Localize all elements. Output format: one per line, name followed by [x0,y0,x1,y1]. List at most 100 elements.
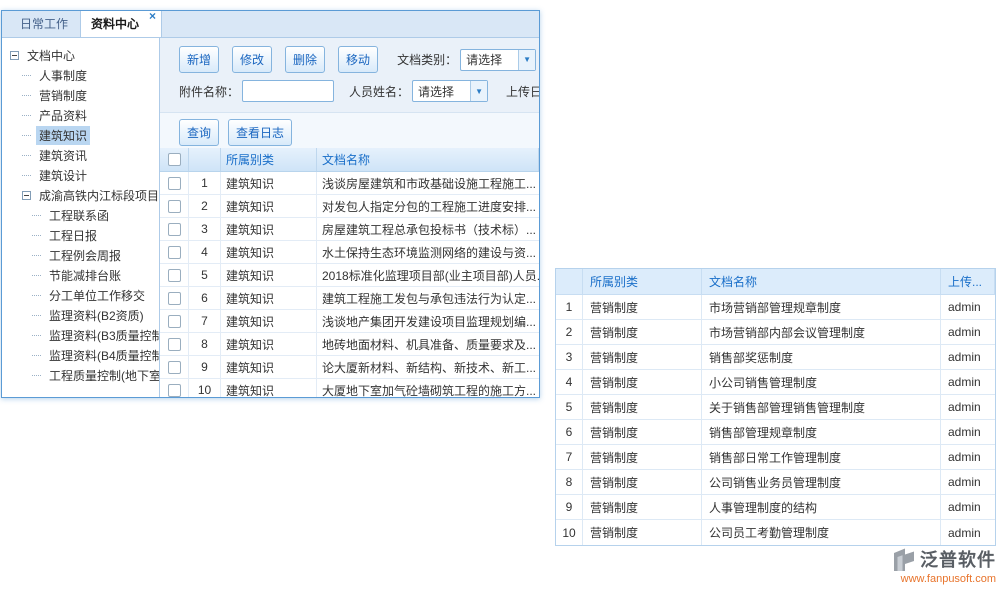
row-doc-name[interactable]: 浅谈地产集团开发建设项目监理规划编... [317,310,539,332]
doc-table-row[interactable]: 1建筑知识浅谈房屋建筑和市政基础设施工程施工... [160,172,539,195]
tree-item[interactable]: 工程质量控制(地下室) [10,365,159,385]
person-select[interactable]: 请选择 ▼ [412,80,488,102]
row-checkbox[interactable] [168,269,181,282]
marketing-table-row[interactable]: 3营销制度销售部奖惩制度admin [556,345,995,370]
tree-item[interactable]: 工程日报 [10,225,159,245]
tree-item[interactable]: 建筑知识 [10,125,159,145]
doc-table-row[interactable]: 9建筑知识论大厦新材料、新结构、新技术、新工... [160,356,539,379]
marketing-table-row[interactable]: 6营销制度销售部管理规章制度admin [556,420,995,445]
tab-daily-work[interactable]: 日常工作 [8,10,80,37]
row-doc-name[interactable]: 公司销售业务员管理制度 [702,470,941,494]
row-checkbox[interactable] [168,200,181,213]
doc-table-row[interactable]: 6建筑知识建筑工程施工发包与承包违法行为认定... [160,287,539,310]
collapse-icon[interactable] [10,51,19,60]
row-category: 建筑知识 [221,287,317,309]
doc-table-row[interactable]: 8建筑知识地砖地面材料、机具准备、质量要求及... [160,333,539,356]
doc-table-row[interactable]: 10建筑知识大厦地下室加气砼墙砌筑工程的施工方... [160,379,539,397]
tree-item-label: 工程联系函 [46,206,112,225]
row-doc-name[interactable]: 关于销售部管理销售管理制度 [702,395,941,419]
delete-button[interactable]: 删除 [285,46,325,73]
row-doc-name[interactable]: 论大厦新材料、新结构、新技术、新工... [317,356,539,378]
tree-item[interactable]: 节能减排台账 [10,265,159,285]
doc-table-row[interactable]: 3建筑知识房屋建筑工程总承包投标书（技术标）... [160,218,539,241]
row-doc-name[interactable]: 水土保持生态环境监测网络的建设与资... [317,241,539,263]
row-doc-name[interactable]: 市场营销部内部会议管理制度 [702,320,941,344]
row-checkbox[interactable] [168,384,181,397]
row-category: 建筑知识 [221,218,317,240]
tree-item[interactable]: 建筑资讯 [10,145,159,165]
header-doc-name: 文档名称 [317,148,539,171]
chevron-down-icon: ▼ [470,81,487,101]
row-doc-name[interactable]: 对发包人指定分包的工程施工进度安排... [317,195,539,217]
view-log-button[interactable]: 查看日志 [228,119,292,146]
row-doc-name[interactable]: 浅谈房屋建筑和市政基础设施工程施工... [317,172,539,194]
row-number: 9 [189,356,221,378]
query-button[interactable]: 查询 [179,119,219,146]
row-checkbox[interactable] [168,246,181,259]
row-checkbox[interactable] [168,223,181,236]
row-category: 建筑知识 [221,356,317,378]
row-doc-name[interactable]: 建筑工程施工发包与承包违法行为认定... [317,287,539,309]
row-uploader: admin [941,495,995,519]
attachment-name-input[interactable] [242,80,334,102]
row-doc-name[interactable]: 销售部管理规章制度 [702,420,941,444]
tree-item[interactable]: 监理资料(B4质量控制) [10,345,159,365]
row-checkbox[interactable] [168,338,181,351]
move-button[interactable]: 移动 [338,46,378,73]
row-checkbox-cell [160,241,189,263]
row-number: 7 [189,310,221,332]
marketing-table-row[interactable]: 7营销制度销售部日常工作管理制度admin [556,445,995,470]
add-button[interactable]: 新增 [179,46,219,73]
tree-item[interactable]: 监理资料(B3质量控制) [10,325,159,345]
brand-url[interactable]: www.fanpusoft.com [891,573,996,585]
marketing-table-row[interactable]: 8营销制度公司销售业务员管理制度admin [556,470,995,495]
doc-table-row[interactable]: 4建筑知识水土保持生态环境监测网络的建设与资... [160,241,539,264]
row-doc-name[interactable]: 公司员工考勤管理制度 [702,520,941,545]
tree-item-label: 工程质量控制(地下室) [46,366,159,385]
doc-table-row[interactable]: 2建筑知识对发包人指定分包的工程施工进度安排... [160,195,539,218]
row-number: 4 [189,241,221,263]
tree-root-document-center[interactable]: 文档中心 [10,45,159,65]
tree-item[interactable]: 分工单位工作移交 [10,285,159,305]
tree-item[interactable]: 监理资料(B2资质) [10,305,159,325]
tree-item[interactable]: 人事制度 [10,65,159,85]
select-all-checkbox[interactable] [168,153,181,166]
tab-data-center[interactable]: 资料中心 × [80,10,162,37]
row-category: 建筑知识 [221,333,317,355]
tree-root-project[interactable]: 成渝高铁内江标段项目 [10,185,159,205]
row-doc-name[interactable]: 地砖地面材料、机具准备、质量要求及... [317,333,539,355]
marketing-table-row[interactable]: 1营销制度市场营销部管理规章制度admin [556,295,995,320]
tree-item[interactable]: 工程例会周报 [10,245,159,265]
row-doc-name[interactable]: 人事管理制度的结构 [702,495,941,519]
row-checkbox[interactable] [168,315,181,328]
category-select[interactable]: 请选择 ▼ [460,49,536,71]
marketing-table-row[interactable]: 9营销制度人事管理制度的结构admin [556,495,995,520]
row-doc-name[interactable]: 市场营销部管理规章制度 [702,295,941,319]
row-checkbox[interactable] [168,177,181,190]
row-doc-name[interactable]: 房屋建筑工程总承包投标书（技术标）... [317,218,539,240]
modify-button[interactable]: 修改 [232,46,272,73]
row-doc-name[interactable]: 小公司销售管理制度 [702,370,941,394]
marketing-table-row[interactable]: 5营销制度关于销售部管理销售管理制度admin [556,395,995,420]
collapse-icon[interactable] [22,191,31,200]
tree-item[interactable]: 工程联系函 [10,205,159,225]
row-category: 营销制度 [583,395,702,419]
tree-item[interactable]: 建筑设计 [10,165,159,185]
marketing-table-row[interactable]: 2营销制度市场营销部内部会议管理制度admin [556,320,995,345]
row-doc-name[interactable]: 2018标准化监理项目部(业主项目部)人员... [317,264,539,286]
row-doc-name[interactable]: 大厦地下室加气砼墙砌筑工程的施工方... [317,379,539,397]
tree-item[interactable]: 产品资料 [10,105,159,125]
doc-table-row[interactable]: 7建筑知识浅谈地产集团开发建设项目监理规划编... [160,310,539,333]
tree-item-label: 建筑设计 [36,166,90,185]
row-doc-name[interactable]: 销售部日常工作管理制度 [702,445,941,469]
doc-table-row[interactable]: 5建筑知识2018标准化监理项目部(业主项目部)人员... [160,264,539,287]
marketing-table-row[interactable]: 4营销制度小公司销售管理制度admin [556,370,995,395]
row-checkbox[interactable] [168,292,181,305]
row-number: 10 [556,520,583,545]
row-doc-name[interactable]: 销售部奖惩制度 [702,345,941,369]
tree-item-label: 工程日报 [46,226,100,245]
row-checkbox[interactable] [168,361,181,374]
marketing-table-row[interactable]: 10营销制度公司员工考勤管理制度admin [556,520,995,545]
tab-close-icon[interactable]: × [149,10,156,23]
tree-item[interactable]: 营销制度 [10,85,159,105]
